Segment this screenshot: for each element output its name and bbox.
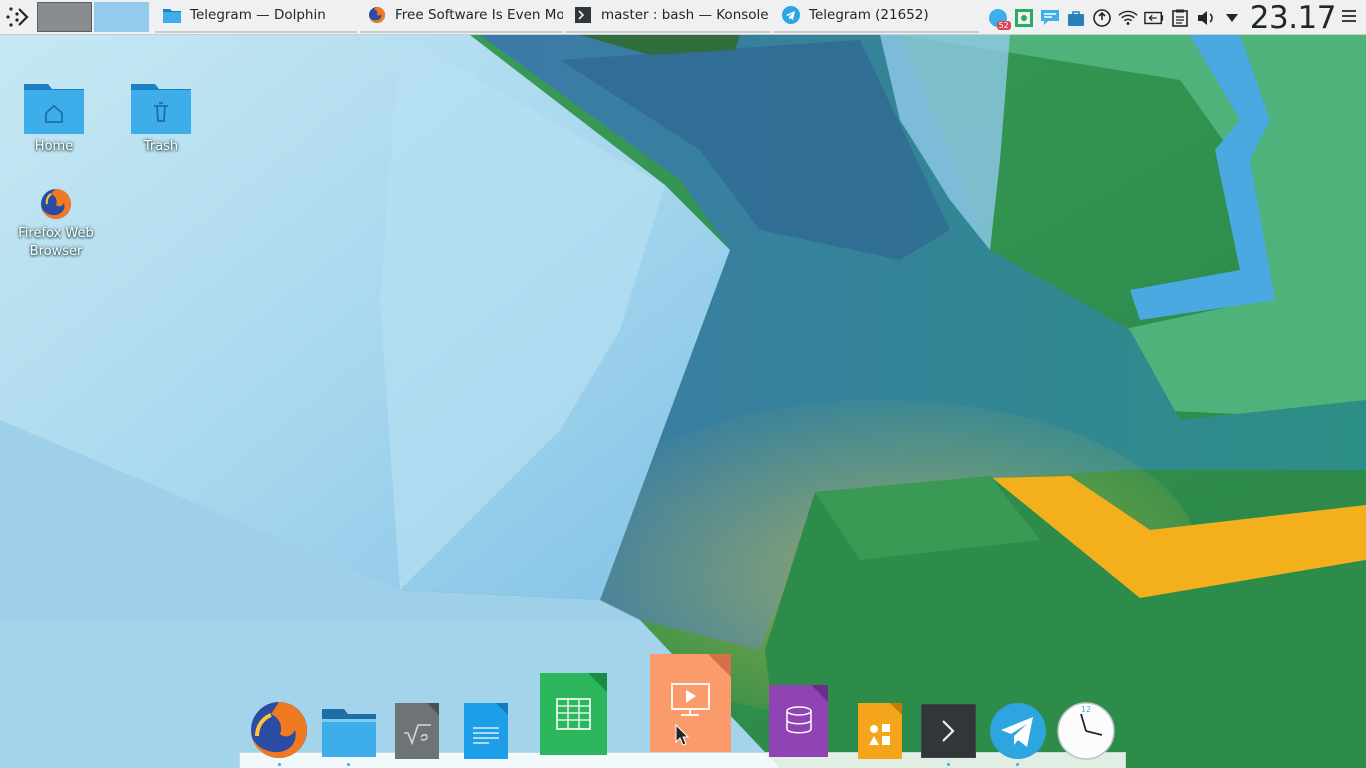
dock-libreoffice-math[interactable]: [395, 703, 439, 763]
task-label: Telegram — Dolphin: [190, 7, 326, 23]
virtual-desktop-pager: [37, 2, 149, 32]
mouse-pointer-icon: [675, 724, 689, 746]
panel-menu-icon[interactable]: [1342, 8, 1358, 27]
task-konsole[interactable]: master : bash — Konsole: [566, 0, 771, 33]
task-telegram-dolphin[interactable]: Telegram — Dolphin: [155, 0, 357, 33]
dock-dolphin[interactable]: [321, 706, 377, 762]
volume-icon[interactable]: [1196, 8, 1216, 28]
task-label: Free Software Is Even Mo...: [395, 7, 563, 23]
dock-firefox[interactable]: [249, 700, 309, 764]
libreoffice-impress-icon: [650, 654, 731, 752]
clipboard-icon[interactable]: [1170, 8, 1190, 28]
virtual-desktop-2[interactable]: [94, 2, 149, 32]
virtual-desktop-1[interactable]: [37, 2, 92, 32]
dock-libreoffice-impress[interactable]: [650, 654, 731, 756]
desktop-icon-label: Trash: [143, 139, 179, 154]
clock-icon: 12: [1057, 702, 1115, 760]
firefox-icon: [368, 6, 386, 24]
task-manager: Telegram — Dolphin Free Software Is Even…: [155, 0, 982, 35]
home-folder-icon: [24, 84, 84, 134]
libreoffice-writer-icon: [464, 703, 508, 759]
clock-twelve-label: 12: [1081, 705, 1091, 714]
dock-libreoffice-calc[interactable]: [540, 673, 607, 759]
tray-expand-chevron-down-icon[interactable]: [1222, 8, 1242, 28]
dock-clock[interactable]: 12: [1057, 702, 1115, 764]
libreoffice-draw-icon: [858, 703, 902, 759]
libreoffice-math-icon: [395, 703, 439, 759]
dock-libreoffice-base[interactable]: [769, 685, 828, 761]
folder-icon: [322, 709, 376, 757]
dock-running-indicator: [947, 763, 950, 766]
telegram-icon: [782, 6, 800, 24]
folder-icon: [163, 6, 181, 24]
dock-running-indicator: [1016, 763, 1019, 766]
task-telegram[interactable]: Telegram (21652): [774, 0, 979, 33]
desktop-icon-trash[interactable]: Trash: [116, 80, 206, 156]
dock-telegram[interactable]: [989, 702, 1047, 764]
desktop-icon-firefox[interactable]: Firefox Web Browser: [11, 187, 101, 261]
battery-icon[interactable]: [1143, 8, 1164, 28]
dock-running-indicator: [278, 763, 281, 766]
dock-running-indicator: [347, 763, 350, 766]
trash-folder-icon: [131, 84, 191, 134]
desktop-icon-label: Firefox Web Browser: [18, 226, 94, 259]
task-label: master : bash — Konsole: [601, 7, 769, 23]
firefox-icon: [41, 189, 71, 219]
top-panel: Telegram — Dolphin Free Software Is Even…: [0, 0, 1366, 36]
terminal-icon: [574, 6, 592, 24]
terminal-icon: [920, 703, 977, 759]
tray-badge: 52: [996, 20, 1011, 30]
system-tray: 52 23.17: [982, 0, 1366, 36]
libreoffice-base-icon: [769, 685, 828, 757]
desktop-icon-home[interactable]: Home: [9, 80, 99, 156]
dock-konsole[interactable]: [920, 703, 977, 762]
task-label: Telegram (21652): [809, 7, 929, 23]
panel-clock[interactable]: 23.17: [1250, 0, 1337, 36]
kde-launcher-icon: [6, 7, 29, 27]
tray-notifier-icon[interactable]: 52: [988, 8, 1011, 30]
wifi-icon[interactable]: [1118, 8, 1138, 28]
firefox-icon: [251, 702, 307, 758]
telegram-icon: [990, 703, 1046, 759]
chat-icon[interactable]: [1040, 8, 1060, 28]
dock-libreoffice-writer[interactable]: [464, 703, 508, 763]
application-launcher-button[interactable]: [0, 0, 34, 35]
tray-app-icon[interactable]: [1014, 8, 1034, 28]
updates-icon[interactable]: [1092, 8, 1112, 28]
desktop-icon-label: Home: [34, 139, 74, 154]
task-firefox[interactable]: Free Software Is Even Mo...: [360, 0, 563, 33]
libreoffice-calc-icon: [540, 673, 607, 755]
dock-libreoffice-draw[interactable]: [858, 703, 902, 763]
bag-icon[interactable]: [1066, 8, 1086, 28]
